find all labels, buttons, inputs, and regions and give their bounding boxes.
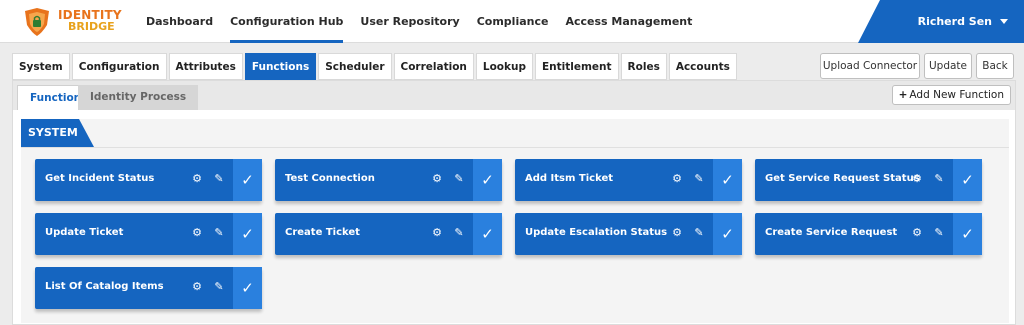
- check-icon[interactable]: ✓: [713, 213, 742, 255]
- pencil-icon[interactable]: ✎: [212, 226, 226, 240]
- nav-access-management[interactable]: Access Management: [565, 0, 692, 43]
- check-icon[interactable]: ✓: [473, 213, 502, 255]
- section-title: SYSTEM: [28, 126, 78, 139]
- function-card-label: List Of Catalog Items: [45, 281, 164, 292]
- nav-dashboard[interactable]: Dashboard: [146, 0, 213, 43]
- gear-icon[interactable]: ⚙: [190, 226, 204, 240]
- functions-panel: Function Identity Process + Add New Funct…: [12, 80, 1016, 325]
- plus-icon: +: [898, 89, 908, 101]
- gear-icon[interactable]: ⚙: [190, 280, 204, 294]
- function-card[interactable]: Get Incident Status ⚙ ✎ ✓: [35, 159, 262, 201]
- logo-line-2: BRIDGE: [68, 20, 115, 33]
- add-new-function-label: Add New Function: [909, 89, 1004, 101]
- gear-icon[interactable]: ⚙: [670, 172, 684, 186]
- tab-attributes[interactable]: Attributes: [168, 53, 243, 80]
- function-card[interactable]: Add Itsm Ticket ⚙ ✎ ✓: [515, 159, 742, 201]
- tab-correlation[interactable]: Correlation: [393, 53, 474, 80]
- pencil-icon[interactable]: ✎: [932, 172, 946, 186]
- nav-configuration-hub[interactable]: Configuration Hub: [230, 0, 344, 43]
- caret-down-icon: [1000, 19, 1008, 24]
- check-icon[interactable]: ✓: [233, 159, 262, 201]
- shield-icon: [25, 8, 49, 36]
- gear-icon[interactable]: ⚙: [910, 172, 924, 186]
- tab-lookup[interactable]: Lookup: [475, 53, 533, 80]
- gear-icon[interactable]: ⚙: [190, 172, 204, 186]
- back-button[interactable]: Back: [976, 53, 1014, 79]
- pencil-icon[interactable]: ✎: [452, 172, 466, 186]
- pencil-icon[interactable]: ✎: [212, 172, 226, 186]
- function-card[interactable]: Create Ticket ⚙ ✎ ✓: [275, 213, 502, 255]
- tab-roles[interactable]: Roles: [620, 53, 667, 80]
- function-card[interactable]: Update Ticket ⚙ ✎ ✓: [35, 213, 262, 255]
- function-card[interactable]: Test Connection ⚙ ✎ ✓: [275, 159, 502, 201]
- function-card-label: Add Itsm Ticket: [525, 173, 614, 184]
- pencil-icon[interactable]: ✎: [452, 226, 466, 240]
- function-cards-grid: Get Incident Status ⚙ ✎ ✓ Test Connectio…: [21, 147, 1009, 323]
- function-card-label: Update Ticket: [45, 227, 124, 238]
- top-navbar: IDENTITY BRIDGE Dashboard Configuration …: [0, 0, 1024, 43]
- module-tabs: System Configuration Attributes Function…: [12, 53, 739, 80]
- tab-configuration[interactable]: Configuration: [71, 53, 167, 80]
- pencil-icon[interactable]: ✎: [692, 226, 706, 240]
- user-menu[interactable]: Richerd Sen: [858, 0, 1024, 43]
- subtab-bar: Function Identity Process + Add New Funct…: [13, 81, 1015, 110]
- function-card-label: Create Ticket: [285, 227, 360, 238]
- user-name: Richerd Sen: [917, 15, 992, 28]
- check-icon[interactable]: ✓: [473, 159, 502, 201]
- function-card[interactable]: Get Service Request Status ⚙ ✎ ✓: [755, 159, 982, 201]
- check-icon[interactable]: ✓: [713, 159, 742, 201]
- nav-user-repository[interactable]: User Repository: [360, 0, 459, 43]
- tab-system[interactable]: System: [12, 53, 70, 80]
- tab-scheduler[interactable]: Scheduler: [318, 53, 392, 80]
- function-card-label: Get Service Request Status: [765, 173, 920, 184]
- logo-wordmark: IDENTITY BRIDGE: [58, 9, 122, 33]
- gear-icon[interactable]: ⚙: [430, 172, 444, 186]
- function-card-label: Get Incident Status: [45, 173, 155, 184]
- function-card-label: Test Connection: [285, 173, 375, 184]
- function-card[interactable]: Create Service Request ⚙ ✎ ✓: [755, 213, 982, 255]
- pencil-icon[interactable]: ✎: [692, 172, 706, 186]
- check-icon[interactable]: ✓: [953, 213, 982, 255]
- gear-icon[interactable]: ⚙: [910, 226, 924, 240]
- pencil-icon[interactable]: ✎: [212, 280, 226, 294]
- subtab-identity-process[interactable]: Identity Process: [78, 85, 199, 110]
- check-icon[interactable]: ✓: [233, 213, 262, 255]
- upload-connector-button[interactable]: Upload Connector: [820, 53, 920, 79]
- tab-functions[interactable]: Functions: [244, 53, 317, 80]
- check-icon[interactable]: ✓: [233, 267, 262, 309]
- check-icon[interactable]: ✓: [953, 159, 982, 201]
- pencil-icon[interactable]: ✎: [932, 226, 946, 240]
- function-card-label: Update Escalation Status: [525, 227, 668, 238]
- function-card-label: Create Service Request: [765, 227, 898, 238]
- nav-compliance[interactable]: Compliance: [477, 0, 549, 43]
- main-nav: Dashboard Configuration Hub User Reposit…: [146, 0, 709, 43]
- add-new-function-button[interactable]: + Add New Function: [891, 85, 1011, 105]
- function-card[interactable]: Update Escalation Status ⚙ ✎ ✓: [515, 213, 742, 255]
- update-button[interactable]: Update: [924, 53, 972, 79]
- system-section: SYSTEM Get Incident Status ⚙ ✎ ✓ Test Co…: [21, 119, 1009, 323]
- identity-bridge-logo[interactable]: IDENTITY BRIDGE: [22, 6, 132, 38]
- gear-icon[interactable]: ⚙: [670, 226, 684, 240]
- tab-entitlement[interactable]: Entitlement: [534, 53, 619, 80]
- gear-icon[interactable]: ⚙: [430, 226, 444, 240]
- tab-accounts[interactable]: Accounts: [668, 53, 737, 80]
- function-card[interactable]: List Of Catalog Items ⚙ ✎ ✓: [35, 267, 262, 309]
